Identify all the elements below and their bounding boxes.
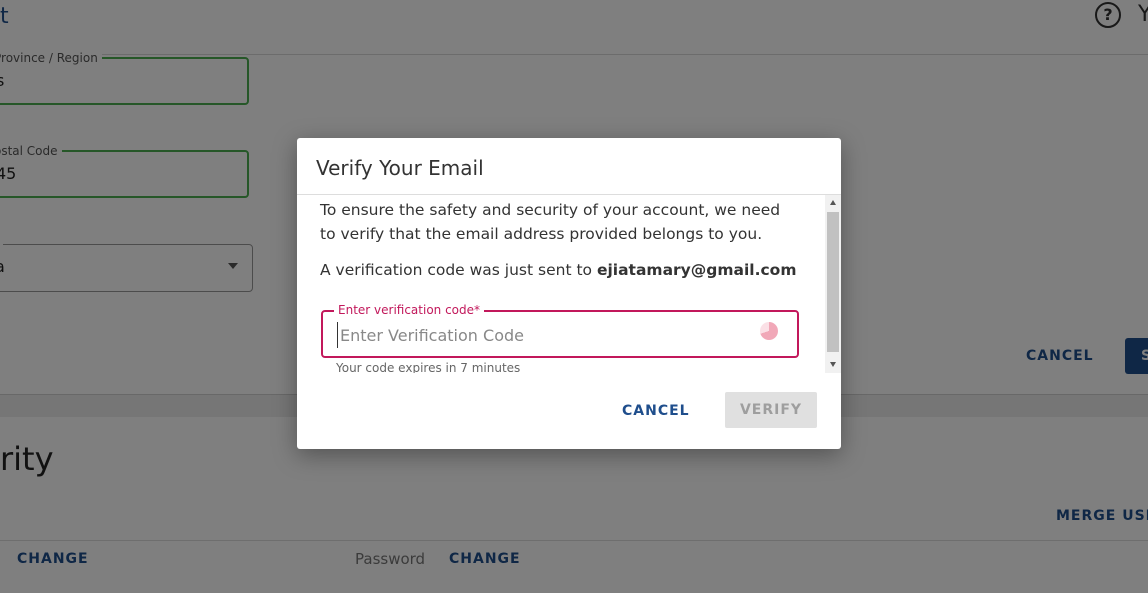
verify-button[interactable]: VERIFY: [725, 392, 817, 428]
verification-code-field[interactable]: Enter verification code*: [321, 303, 799, 358]
code-sent-prefix: A verification code was just sent to: [320, 261, 597, 279]
scroll-down-icon[interactable]: [830, 362, 836, 367]
verification-code-label: Enter verification code*: [334, 303, 485, 317]
intro-text: To ensure the safety and security of you…: [320, 201, 781, 243]
verification-code-input[interactable]: [337, 322, 742, 348]
code-sent-text: A verification code was just sent to eji…: [320, 261, 797, 279]
scroll-up-icon[interactable]: [830, 200, 836, 205]
scroll-thumb[interactable]: [827, 212, 839, 352]
loading-spinner-icon: [760, 322, 778, 340]
dialog-body: To ensure the safety and security of you…: [297, 195, 825, 373]
dialog-scrollbar[interactable]: [825, 195, 841, 373]
dialog-title: Verify Your Email: [316, 156, 484, 180]
verify-email-dialog: Verify Your Email To ensure the safety a…: [297, 138, 841, 449]
dialog-cancel-button[interactable]: CANCEL: [622, 403, 690, 419]
code-expiry-text: Your code expires in 7 minutes: [336, 361, 521, 373]
email-address: ejiatamary@gmail.com: [596, 261, 797, 279]
